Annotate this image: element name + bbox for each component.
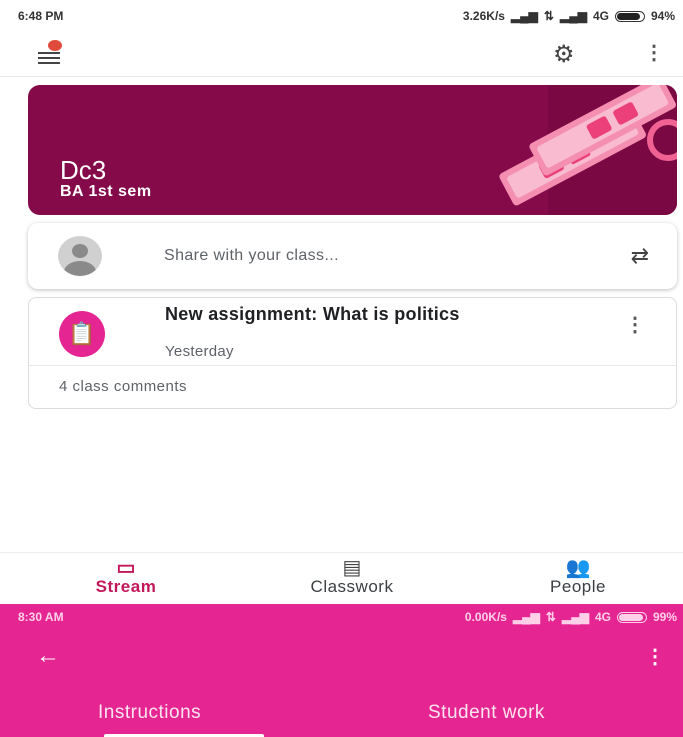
status-right: 3.26K/s ▂▄▆ ⇅ ▂▄▆ 4G 94% — [463, 9, 675, 23]
divider — [29, 365, 676, 366]
assignment-title: New assignment: What is politics — [165, 304, 460, 324]
repost-icon[interactable]: ⇄ — [631, 243, 649, 269]
class-banner[interactable]: Dc3 BA 1st sem — [28, 85, 677, 215]
signal-icon: ▂▄▆ — [510, 9, 538, 23]
tab-instructions[interactable]: Instructions — [98, 702, 201, 724]
avatar-body — [64, 261, 96, 276]
data-transfer-icon: ⇅ — [543, 9, 554, 23]
menu-line — [38, 62, 60, 64]
battery-fill — [618, 613, 643, 621]
tab-people[interactable]: 👥 People — [498, 555, 658, 597]
bottom-nav: ▭ Stream ▤ Classwork 👥 People — [0, 552, 683, 605]
network-speed: 0.00K/s — [464, 610, 507, 624]
tab-classwork[interactable]: ▤ Classwork — [272, 555, 432, 597]
tab-stream-label: Stream — [95, 577, 157, 596]
stream-icon: ▭ — [116, 557, 136, 579]
battery-icon — [616, 611, 647, 623]
signal-icon: ▂▄▆ — [561, 610, 589, 624]
battery-percent: 94% — [650, 9, 675, 23]
tab-stream[interactable]: ▭ Stream — [46, 555, 206, 597]
arrow-back-icon[interactable]: ← — [36, 642, 60, 670]
status-time: 6:48 PM — [18, 9, 64, 23]
status-bar: 6:48 PM 3.26K/s ▂▄▆ ⇅ ▂▄▆ 4G 94% — [0, 0, 683, 30]
app-bar — [0, 30, 683, 77]
hamburger-icon[interactable] — [38, 40, 78, 68]
network-type: 4G — [594, 610, 611, 624]
share-input[interactable]: Share with your class... — [164, 247, 339, 265]
assignment-screen: 8:30 AM 0.00K/s ▂▄▆ ⇅ ▂▄▆ 4G 99% ← ⋮ Ins… — [0, 604, 683, 737]
menu-line — [38, 57, 60, 59]
battery-percent: 99% — [652, 610, 677, 624]
network-speed: 3.26K/s — [462, 9, 505, 23]
status-right: 0.00K/s ▂▄▆ ⇅ ▂▄▆ 4G 99% — [465, 610, 677, 624]
status-time: 8:30 AM — [18, 610, 64, 624]
network-type: 4G — [592, 9, 609, 23]
status-bar: 8:30 AM 0.00K/s ▂▄▆ ⇅ ▂▄▆ 4G 99% — [0, 604, 683, 628]
gear-icon[interactable]: ⚙ — [553, 40, 575, 69]
battery-icon — [614, 10, 645, 22]
avatar-head — [72, 244, 88, 258]
signal-icon: ▂▄▆ — [512, 610, 540, 624]
data-transfer-icon: ⇅ — [545, 610, 556, 624]
notification-dot — [48, 40, 62, 51]
tab-student-work[interactable]: Student work — [428, 702, 545, 724]
people-icon: 👥 — [565, 557, 591, 579]
classwork-icon: ▤ — [342, 557, 362, 579]
tab-classwork-label: Classwork — [310, 577, 394, 596]
kebab-icon[interactable]: ⋮ — [644, 40, 664, 65]
class-comments-link[interactable]: 4 class comments — [59, 378, 187, 395]
assignment-date: Yesterday — [165, 343, 234, 360]
battery-fill — [616, 12, 640, 20]
assignment-icon: 📋 — [59, 311, 105, 357]
share-box[interactable]: Share with your class... ⇄ — [28, 223, 677, 289]
tab-people-label: People — [550, 577, 606, 596]
menu-line — [38, 52, 60, 54]
kebab-icon[interactable]: ⋮ — [645, 644, 665, 669]
avatar — [58, 236, 102, 276]
kebab-icon[interactable]: ⋮ — [625, 312, 645, 337]
class-subtitle: BA 1st sem — [60, 183, 152, 200]
signal-icon: ▂▄▆ — [559, 9, 587, 23]
stream-item[interactable]: 📋 New assignment: What is politics Yeste… — [28, 297, 677, 409]
class-title: Dc3 — [60, 155, 107, 185]
